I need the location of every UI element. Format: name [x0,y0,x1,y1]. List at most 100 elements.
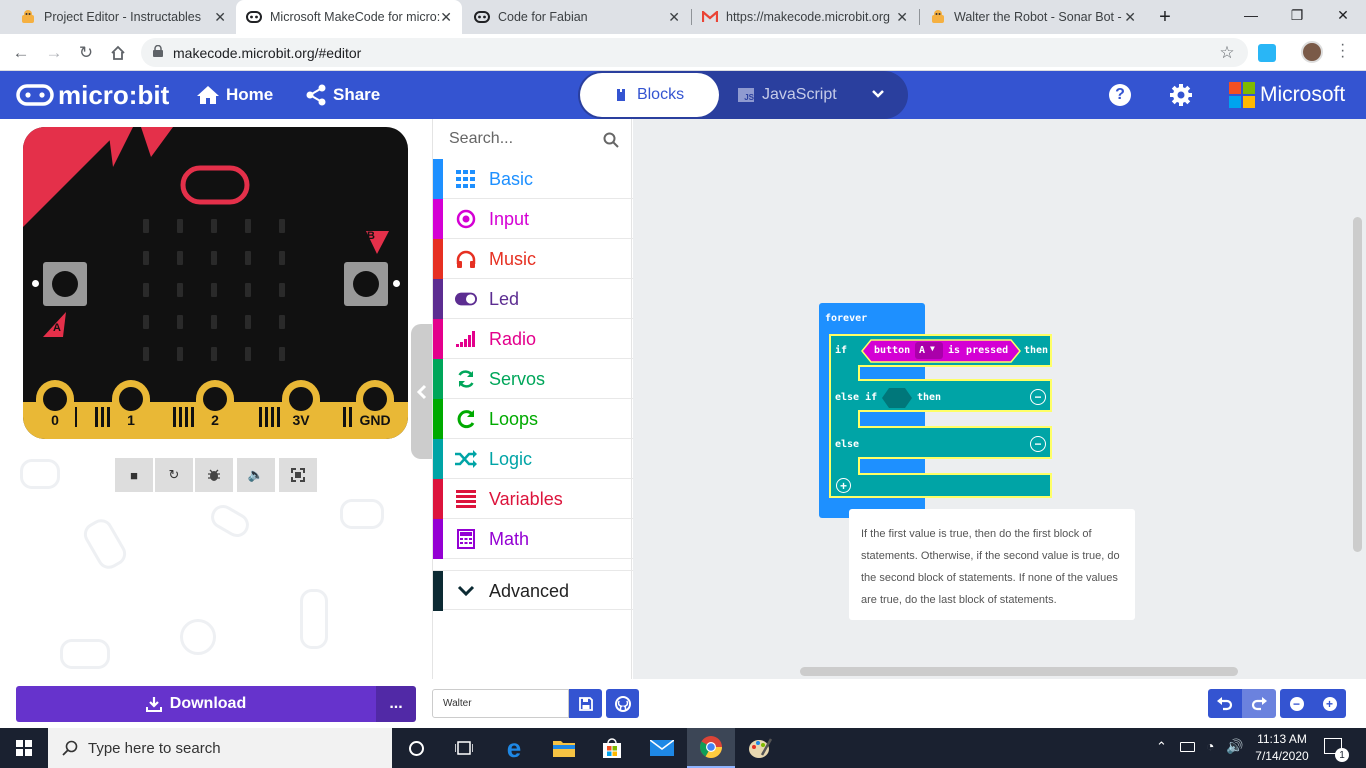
add-else-if-icon[interactable]: + [836,478,851,493]
browser-tab[interactable]: Walter the Robot - Sonar Bot - ✕ [920,0,1146,34]
profile-avatar[interactable] [1301,41,1323,63]
category-radio[interactable]: Radio [433,319,633,359]
pin-3v[interactable] [282,380,320,438]
zoom-out-button[interactable]: − [1280,689,1313,718]
browser-tab[interactable]: Project Editor - Instructables ✕ [10,0,236,34]
taskbar-search-input[interactable]: Type here to search [48,728,392,768]
grid-icon [455,168,477,190]
windows-taskbar: Type here to search e ⌃ ◔ 🔊 11:13 AM 7/1… [0,728,1366,768]
edge-browser-icon[interactable]: e [490,728,538,768]
paint-icon[interactable] [736,728,784,768]
redo-button[interactable] [1242,689,1276,718]
toolbox-search-input[interactable]: Search... [433,119,633,159]
share-button[interactable]: Share [305,71,380,119]
browser-menu-icon[interactable]: · · · [1340,37,1345,65]
back-icon[interactable]: ← [8,40,34,66]
category-loops[interactable]: Loops [433,399,633,439]
more-options-button[interactable]: ... [376,686,416,722]
category-servos[interactable]: Servos [433,359,633,399]
pin-label: GND [359,412,391,428]
task-view-icon[interactable] [440,728,488,768]
browser-tab-active[interactable]: Microsoft MakeCode for micro:bit ✕ [236,0,462,34]
download-button[interactable]: Download [16,686,376,722]
vertical-scrollbar[interactable] [1353,217,1362,552]
empty-condition-slot[interactable] [881,387,913,409]
collapse-simulator-button[interactable] [411,324,433,459]
pin-label: 3V [292,412,310,428]
fullscreen-icon[interactable] [279,458,317,492]
category-music[interactable]: Music [433,239,633,279]
category-variables[interactable]: Variables [433,479,633,519]
taskbar-clock[interactable]: 11:13 AM 7/14/2020 [1252,731,1312,765]
pin-0[interactable] [36,380,74,438]
search-icon [62,740,78,756]
pin-2[interactable] [196,380,234,438]
extension-icon[interactable] [1258,44,1276,62]
undo-button[interactable] [1208,689,1242,718]
windows-start-icon[interactable] [0,728,48,768]
chevron-down-icon[interactable] [870,85,890,105]
github-button[interactable] [606,689,639,718]
sound-icon[interactable]: 🔈 [237,458,275,492]
gear-icon[interactable] [1169,83,1193,107]
button-b[interactable] [344,262,388,306]
close-tab-icon[interactable]: ✕ [896,9,908,26]
button-a[interactable] [43,262,87,306]
if-label: if [835,345,848,356]
new-tab-icon[interactable]: + [1152,4,1178,30]
address-bar[interactable]: makecode.microbit.org/#editor [141,38,1248,67]
pin-gnd[interactable] [356,380,394,438]
help-icon[interactable]: ? [1109,84,1131,106]
close-tab-icon[interactable]: ✕ [440,9,452,26]
pin-1[interactable] [112,380,150,438]
horizontal-scrollbar[interactable] [800,667,1238,676]
debug-bug-icon[interactable] [195,458,233,492]
close-tab-icon[interactable]: ✕ [668,9,680,26]
browser-tab[interactable]: Code for Fabian ✕ [464,0,690,34]
forward-icon[interactable]: → [41,40,67,66]
save-button[interactable] [569,689,602,718]
category-input[interactable]: Input [433,199,633,239]
cortana-icon[interactable] [392,728,440,768]
pin-label: 1 [127,412,135,428]
mail-icon[interactable] [638,728,686,768]
download-label: Download [169,695,247,712]
project-name-input[interactable]: Walter [432,689,569,718]
bookmark-star-icon[interactable]: ☆ [1214,40,1240,66]
restore-icon[interactable]: ❐ [1274,0,1320,30]
block-tooltip: If the first value is true, then do the … [849,509,1135,620]
category-logic[interactable]: Logic [433,439,633,479]
category-led[interactable]: Led [433,279,633,319]
minimize-icon[interactable]: — [1228,0,1274,30]
home-icon[interactable] [105,40,131,66]
microsoft-store-icon[interactable] [588,728,636,768]
remove-else-icon[interactable]: − [1030,436,1046,452]
category-math[interactable]: Math [433,519,633,559]
wifi-icon[interactable]: ◔ [1206,738,1214,754]
remove-else-if-icon[interactable]: − [1030,389,1046,405]
home-button[interactable]: Home [196,71,273,119]
stop-icon[interactable]: ■ [115,458,153,492]
close-window-icon[interactable]: ✕ [1320,0,1366,30]
category-basic[interactable]: Basic [433,159,633,199]
headphones-icon [455,248,477,270]
show-hidden-icons-icon[interactable]: ⌃ [1156,739,1167,755]
zoom-in-button[interactable]: + [1313,689,1346,718]
microsoft-logo-icon [1229,82,1255,108]
blocks-tab-button[interactable]: Blocks [580,73,719,117]
javascript-tab-button[interactable]: JS JavaScript [738,71,837,119]
restart-icon[interactable]: ↻ [155,458,193,492]
browser-tab[interactable]: https://makecode.microbit.org ✕ [692,0,918,34]
reload-icon[interactable]: ↻ [73,40,99,66]
volume-icon[interactable]: 🔊 [1226,738,1243,755]
close-tab-icon[interactable]: ✕ [1124,9,1136,26]
category-advanced[interactable]: Advanced [433,570,633,611]
microbit-board[interactable]: A B 0 1 2 3V GND [23,127,408,439]
microbit-logo[interactable]: micro:bit [16,71,169,119]
close-tab-icon[interactable]: ✕ [214,9,226,26]
microsoft-logo[interactable]: Microsoft [1229,71,1345,119]
file-explorer-icon[interactable] [540,728,588,768]
chrome-icon[interactable] [687,728,735,768]
forever-label: forever [825,313,868,324]
battery-icon[interactable] [1180,742,1195,752]
